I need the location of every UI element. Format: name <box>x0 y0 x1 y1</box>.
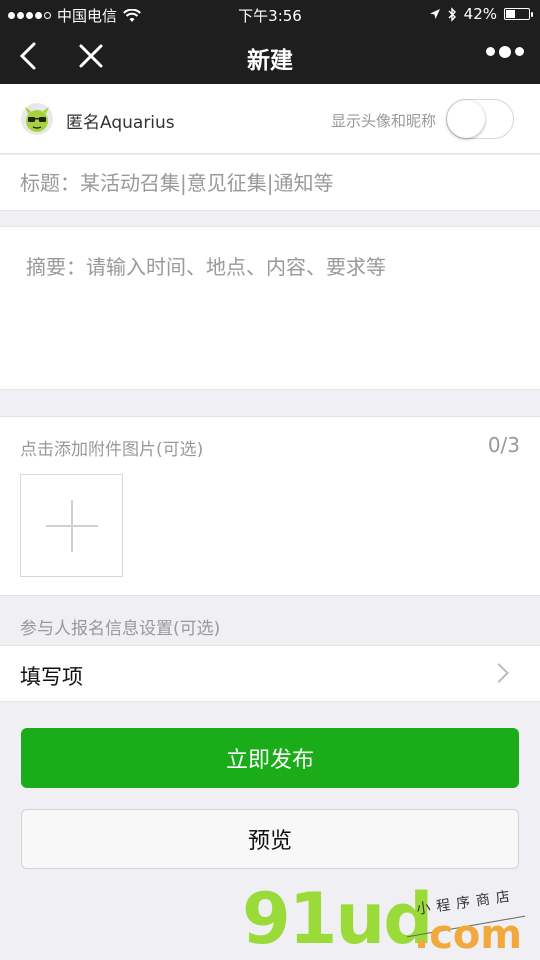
more-dots-icon[interactable] <box>486 45 524 58</box>
summary-input[interactable] <box>26 251 520 371</box>
status-bar: 中国电信 下午3:56 42% <box>0 0 540 28</box>
bluetooth-icon <box>448 6 456 22</box>
anonymous-row: 匿名Aquarius 显示头像和昵称 <box>0 84 540 154</box>
battery-icon <box>504 8 533 20</box>
chevron-right-icon <box>489 663 509 683</box>
add-image-button[interactable] <box>20 474 123 577</box>
title-row <box>0 155 540 211</box>
attachment-count: 0/3 <box>487 433 520 457</box>
attachment-label: 点击添加附件图片(可选) <box>20 440 204 460</box>
watermark-com: .com <box>414 912 523 958</box>
publish-button[interactable]: 立即发布 <box>21 728 519 788</box>
watermark-main: 91ud <box>242 878 433 960</box>
location-icon <box>429 9 440 19</box>
attachment-section: 点击添加附件图片(可选) 0/3 <box>0 416 540 596</box>
show-avatar-toggle[interactable] <box>446 99 514 139</box>
page-title: 新建 <box>247 48 293 74</box>
anonymous-name: 匿名Aquarius <box>66 113 175 133</box>
participant-hint: 参与人报名信息设置(可选) <box>20 619 221 639</box>
nav-bar: 新建 <box>0 28 540 84</box>
show-avatar-label: 显示头像和昵称 <box>330 112 436 130</box>
anonymous-avatar-icon <box>21 103 53 135</box>
watermark-logo: 91ud 小程序商店 .com <box>238 878 540 960</box>
preview-button[interactable]: 预览 <box>21 809 519 869</box>
title-input[interactable] <box>20 165 520 201</box>
fields-label: 填写项 <box>20 665 83 689</box>
toggle-knob <box>447 100 485 138</box>
summary-box <box>0 226 540 390</box>
status-right: 42% <box>429 5 533 23</box>
fields-row[interactable]: 填写项 <box>0 645 540 702</box>
battery-percent: 42% <box>463 5 497 23</box>
screen: 中国电信 下午3:56 42% 新建 匿名Aquarius 显示头像和昵称 标题… <box>0 0 540 960</box>
